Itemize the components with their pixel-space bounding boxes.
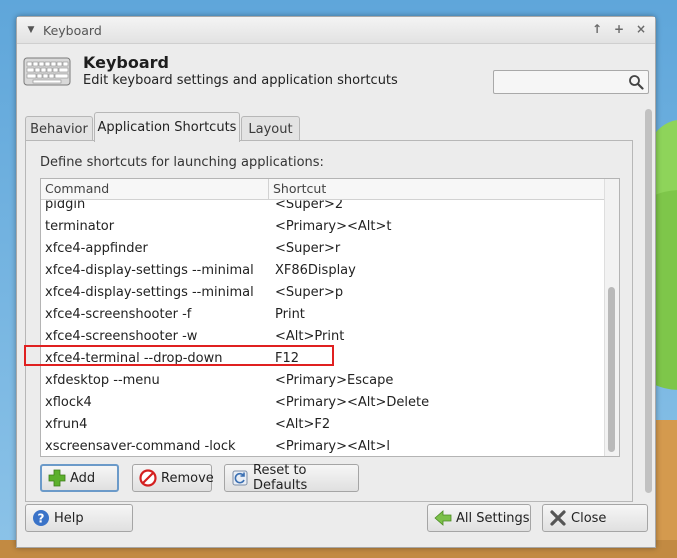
add-icon <box>48 469 66 487</box>
remove-button-label: Remove <box>161 470 214 486</box>
shortcut-key: <Primary>Escape <box>275 372 394 388</box>
dialog-header: Keyboard Edit keyboard settings and appl… <box>17 44 655 102</box>
close-button[interactable]: Close <box>542 504 648 532</box>
shortcut-row[interactable]: xscreensaver-command -lock <Primary><Alt>… <box>41 435 604 456</box>
keyboard-settings-window: ▼ Keyboard ↑ + × Keyboard Edit keyboard … <box>16 16 656 548</box>
shortcut-key: F12 <box>275 350 300 366</box>
reset-button-label: Reset to Defaults <box>253 463 308 493</box>
search-icon[interactable] <box>628 74 644 90</box>
shortcut-row[interactable]: xflock4 <Primary><Alt>Delete <box>41 391 604 413</box>
back-arrow-icon <box>434 509 452 527</box>
shortcut-key: <Super>p <box>275 284 344 300</box>
keyboard-icon <box>23 57 71 86</box>
add-button-label: Add <box>70 470 96 486</box>
shortcut-row[interactable]: xfce4-display-settings --minimal XF86Disp… <box>41 259 604 281</box>
close-button-label: Close <box>571 510 607 526</box>
shortcut-row[interactable]: xfce4-terminal --drop-down F12 <box>41 347 604 369</box>
window-title: Keyboard <box>43 22 102 38</box>
shortcut-command: xfce4-display-settings --minimal <box>45 284 254 300</box>
help-icon: ? <box>32 509 50 527</box>
shortcut-key: <Primary><Alt>t <box>275 218 392 234</box>
column-shortcut[interactable]: Shortcut <box>269 179 326 199</box>
shortcut-command: xfce4-screenshooter -w <box>45 328 198 344</box>
shortcut-key: <Primary><Alt>l <box>275 438 391 454</box>
shortcut-command: xfdesktop --menu <box>45 372 160 388</box>
search-input[interactable] <box>494 71 628 91</box>
shortcut-command: xscreensaver-command -lock <box>45 438 236 454</box>
add-button[interactable]: Add <box>40 464 119 492</box>
shortcut-key: <Super>2 <box>275 200 344 212</box>
all-settings-button[interactable]: All Settings <box>427 504 531 532</box>
shortcut-row[interactable]: terminator <Primary><Alt>t <box>41 215 604 237</box>
window-scrollbar[interactable] <box>643 107 653 497</box>
shortcut-command: terminator <box>45 218 115 234</box>
shortcut-row[interactable]: xfrun4 <Alt>F2 <box>41 413 604 435</box>
shortcut-command: xfce4-terminal --drop-down <box>45 350 223 366</box>
svg-text:?: ? <box>38 512 45 526</box>
column-header: Command Shortcut <box>41 179 604 200</box>
shortcut-key: XF86Display <box>275 262 356 278</box>
help-button[interactable]: ? Help <box>25 504 133 532</box>
reset-to-defaults-button[interactable]: Reset to Defaults <box>224 463 359 493</box>
shortcut-key: <Primary><Alt>Delete <box>275 394 430 410</box>
tab-behavior[interactable]: Behavior <box>25 116 93 141</box>
maximize-up-icon[interactable]: ↑ <box>589 21 605 37</box>
close-window-icon[interactable]: × <box>633 21 649 37</box>
maximize-icon[interactable]: + <box>611 21 627 37</box>
shortcut-command: xfce4-appfinder <box>45 240 148 256</box>
list-scrollbar-thumb[interactable] <box>608 287 615 452</box>
shortcut-row[interactable]: pidgin <Super>2 <box>41 200 604 215</box>
title-bar[interactable]: ▼ Keyboard ↑ + × <box>17 17 655 44</box>
shortcut-command: pidgin <box>45 200 86 212</box>
shortcut-command: xfce4-display-settings --minimal <box>45 262 254 278</box>
shortcut-row[interactable]: xfce4-screenshooter -f Print <box>41 303 604 325</box>
shortcut-row[interactable]: xfdesktop --menu <Primary>Escape <box>41 369 604 391</box>
remove-icon <box>139 469 157 487</box>
shortcuts-list[interactable]: Command Shortcut pidgin <Super>2 terminato… <box>40 178 620 457</box>
shortcut-row[interactable]: xfce4-screenshooter -w <Alt>Print <box>41 325 604 347</box>
shortcut-key: Print <box>275 306 305 322</box>
column-command[interactable]: Command <box>41 179 269 199</box>
reset-icon <box>231 469 249 487</box>
shortcuts-intro-label: Define shortcuts for launching applicati… <box>40 155 324 170</box>
shortcut-key: <Alt>F2 <box>275 416 331 432</box>
remove-button[interactable]: Remove <box>132 464 214 492</box>
application-shortcuts-page: Define shortcuts for launching applicati… <box>25 140 633 502</box>
shortcut-row[interactable]: xfce4-display-settings --minimal <Super>p <box>41 281 604 303</box>
shortcut-command: xflock4 <box>45 394 92 410</box>
dialog-subtitle: Edit keyboard settings and application s… <box>83 73 398 88</box>
dialog-title: Keyboard <box>83 53 169 72</box>
shortcut-row[interactable]: xfce4-appfinder <Super>r <box>41 237 604 259</box>
settings-notebook: Behavior Application Shortcuts Layout De… <box>25 112 633 502</box>
help-button-label: Help <box>54 510 84 526</box>
tab-layout[interactable]: Layout <box>241 116 300 141</box>
shortcut-rows: pidgin <Super>2 terminator <Primary><Alt>t x… <box>41 200 604 456</box>
shortcut-key: <Super>r <box>275 240 341 256</box>
list-scrollbar[interactable] <box>604 179 619 456</box>
tab-application-shortcuts[interactable]: Application Shortcuts <box>94 112 240 142</box>
shortcut-command: xfce4-screenshooter -f <box>45 306 192 322</box>
shortcut-key: <Alt>Print <box>275 328 345 344</box>
all-settings-button-label: All Settings <box>456 510 530 526</box>
shortcut-command: xfrun4 <box>45 416 88 432</box>
window-scrollbar-thumb[interactable] <box>645 109 652 493</box>
close-icon <box>549 509 567 527</box>
window-menu-icon[interactable]: ▼ <box>23 25 39 35</box>
search-box <box>493 70 649 94</box>
